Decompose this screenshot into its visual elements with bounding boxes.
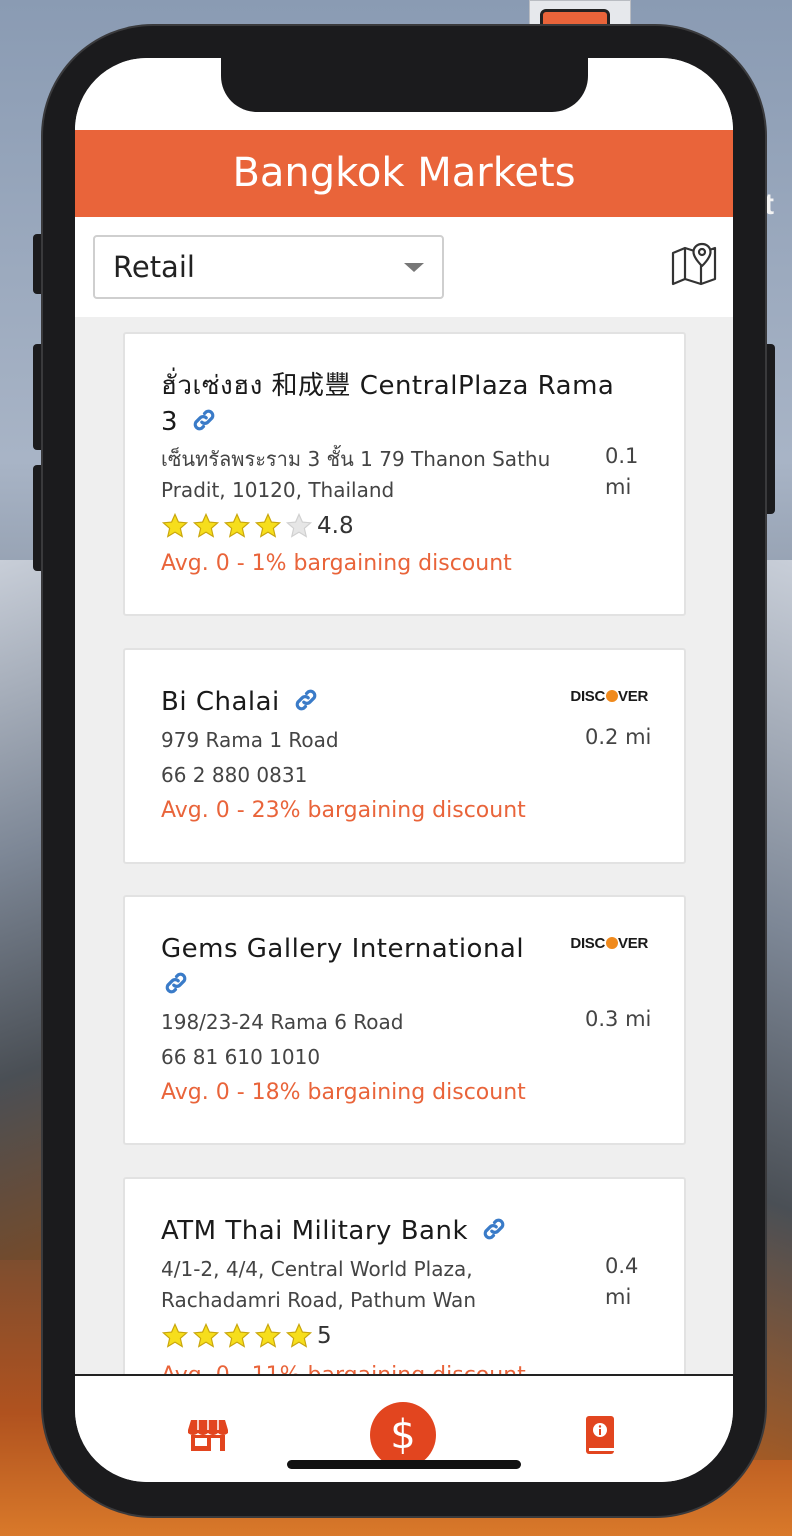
map-pin-icon[interactable] bbox=[671, 241, 717, 287]
place-name[interactable]: Bi Chalai bbox=[161, 684, 319, 720]
star-filled-icon bbox=[223, 1322, 251, 1348]
discount-text: Avg. 0 - 23% bargaining discount bbox=[161, 798, 526, 823]
list-item[interactable]: Gems Gallery International DISC VER 198/2… bbox=[123, 895, 686, 1145]
info-book-icon[interactable] bbox=[586, 1416, 614, 1454]
star-filled-icon bbox=[254, 1322, 282, 1348]
home-indicator[interactable] bbox=[287, 1460, 521, 1469]
place-phone[interactable]: 66 2 880 0831 bbox=[161, 760, 307, 791]
category-select[interactable]: Retail bbox=[93, 235, 444, 299]
rating-stars: 4.8 bbox=[161, 511, 354, 541]
rating-value: 4.8 bbox=[317, 513, 354, 539]
place-address: เซ็นทรัลพระราม 3 ชั้น 1 79 Thanon Sathu … bbox=[161, 447, 551, 502]
discount-text: Avg. 0 - 11% bargaining discount bbox=[161, 1361, 526, 1374]
star-filled-icon bbox=[192, 512, 220, 538]
link-icon[interactable] bbox=[293, 687, 319, 713]
star-filled-icon bbox=[161, 1322, 189, 1348]
chevron-down-icon bbox=[404, 263, 424, 272]
dollar-tab-button[interactable]: $ bbox=[370, 1402, 436, 1468]
rating-stars: 5 bbox=[161, 1321, 332, 1351]
place-distance: 0.4 mi bbox=[605, 1254, 639, 1309]
link-icon[interactable] bbox=[163, 970, 189, 996]
place-name[interactable]: ฮั่วเซ่งฮง 和成豐 CentralPlaza Rama 3 bbox=[161, 368, 661, 440]
discover-card-logo: DISC VER bbox=[570, 935, 648, 952]
discount-text: Avg. 0 - 1% bargaining discount bbox=[161, 551, 512, 576]
star-filled-icon bbox=[161, 512, 189, 538]
star-filled-icon bbox=[192, 1322, 220, 1348]
discount-text: Avg. 0 - 18% bargaining discount bbox=[161, 1080, 526, 1105]
list-item[interactable]: ฮั่วเซ่งฮง 和成豐 CentralPlaza Rama 3 เซ็นท… bbox=[123, 332, 686, 616]
link-icon[interactable] bbox=[481, 1216, 507, 1242]
rating-value: 5 bbox=[317, 1323, 332, 1349]
star-filled-icon bbox=[254, 512, 282, 538]
filter-bar: Retail bbox=[75, 217, 733, 317]
star-empty-icon bbox=[285, 512, 313, 538]
place-distance: 0.1 mi bbox=[605, 444, 639, 499]
place-name[interactable]: ATM Thai Military Bank bbox=[161, 1213, 507, 1249]
results-list[interactable]: ฮั่วเซ่งฮง 和成豐 CentralPlaza Rama 3 เซ็นท… bbox=[75, 317, 733, 1374]
place-distance: 0.2 mi bbox=[585, 725, 652, 749]
place-address: 198/23-24 Rama 6 Road bbox=[161, 1010, 404, 1034]
app-header: Bangkok Markets bbox=[75, 130, 733, 217]
place-address: 4/1-2, 4/4, Central World Plaza, Rachada… bbox=[161, 1257, 476, 1312]
star-filled-icon bbox=[223, 512, 251, 538]
place-name-line: 3 bbox=[161, 407, 179, 437]
category-select-value: Retail bbox=[113, 250, 195, 284]
place-name-line: ฮั่วเซ่งฮง 和成豐 CentralPlaza Rama bbox=[161, 371, 615, 401]
store-icon[interactable] bbox=[188, 1418, 228, 1452]
desktop-label-fragment: t bbox=[764, 188, 774, 221]
page-title: Bangkok Markets bbox=[232, 150, 576, 196]
list-item[interactable]: ATM Thai Military Bank 4/1-2, 4/4, Centr… bbox=[123, 1177, 686, 1374]
place-address: 979 Rama 1 Road bbox=[161, 728, 339, 752]
app-screen: Bangkok Markets Retail ฮั่วเซ่งฮง 和成豐 Ce… bbox=[75, 58, 733, 1482]
phone-notch bbox=[221, 58, 588, 112]
place-phone[interactable]: 66 81 610 1010 bbox=[161, 1042, 320, 1073]
star-filled-icon bbox=[285, 1322, 313, 1348]
place-name[interactable]: Gems Gallery International bbox=[161, 931, 571, 1003]
place-distance: 0.3 mi bbox=[585, 1007, 652, 1031]
discover-card-logo: DISC VER bbox=[570, 688, 648, 705]
link-icon[interactable] bbox=[191, 407, 217, 433]
list-item[interactable]: Bi Chalai DISC VER 979 Rama 1 Road 0.2 mi… bbox=[123, 648, 686, 864]
